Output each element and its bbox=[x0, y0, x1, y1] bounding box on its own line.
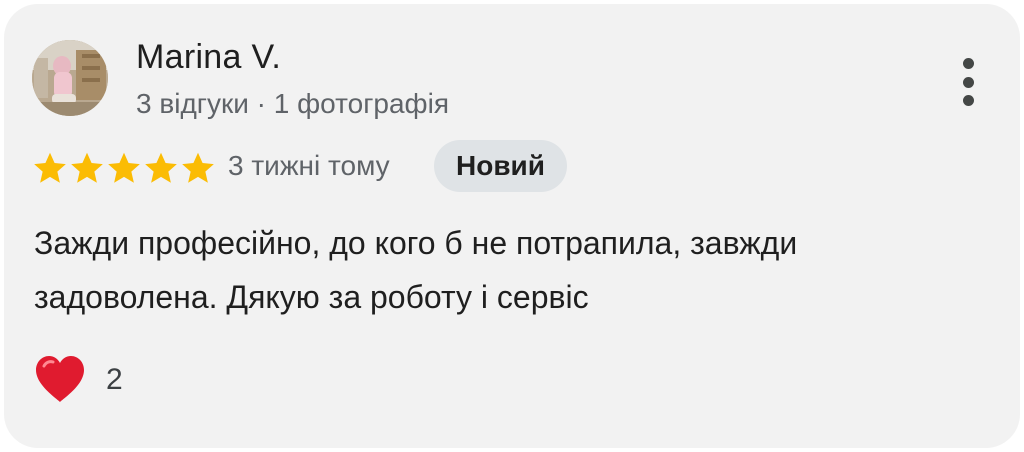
reaction-count: 2 bbox=[106, 363, 123, 396]
star-icon bbox=[145, 152, 177, 183]
star-icon bbox=[71, 152, 103, 183]
avatar-photo-icon bbox=[32, 40, 108, 116]
author-name[interactable]: Marina V. bbox=[136, 38, 281, 77]
more-vert-icon-dot bbox=[962, 95, 974, 106]
more-vert-icon bbox=[962, 58, 974, 69]
star-icon bbox=[34, 152, 66, 183]
more-options-button[interactable] bbox=[948, 54, 988, 110]
review-time: 3 тижні тому bbox=[228, 150, 390, 181]
star-rating bbox=[32, 148, 216, 188]
review-text: Зажди професійно, до кого б не потрапила… bbox=[34, 225, 798, 315]
more-vert-icon-dot bbox=[962, 76, 974, 88]
new-badge: Новий bbox=[434, 140, 567, 192]
avatar[interactable] bbox=[32, 40, 108, 116]
star-icon bbox=[182, 152, 214, 183]
like-reaction-button[interactable]: 2 bbox=[32, 348, 123, 412]
red-heart-icon bbox=[36, 356, 84, 402]
author-meta: 3 відгуки · 1 фотографія bbox=[136, 88, 449, 119]
review-card: Marina V. 3 відгуки · 1 фотографія 3 тиж… bbox=[4, 4, 1020, 448]
star-icon bbox=[108, 152, 140, 183]
